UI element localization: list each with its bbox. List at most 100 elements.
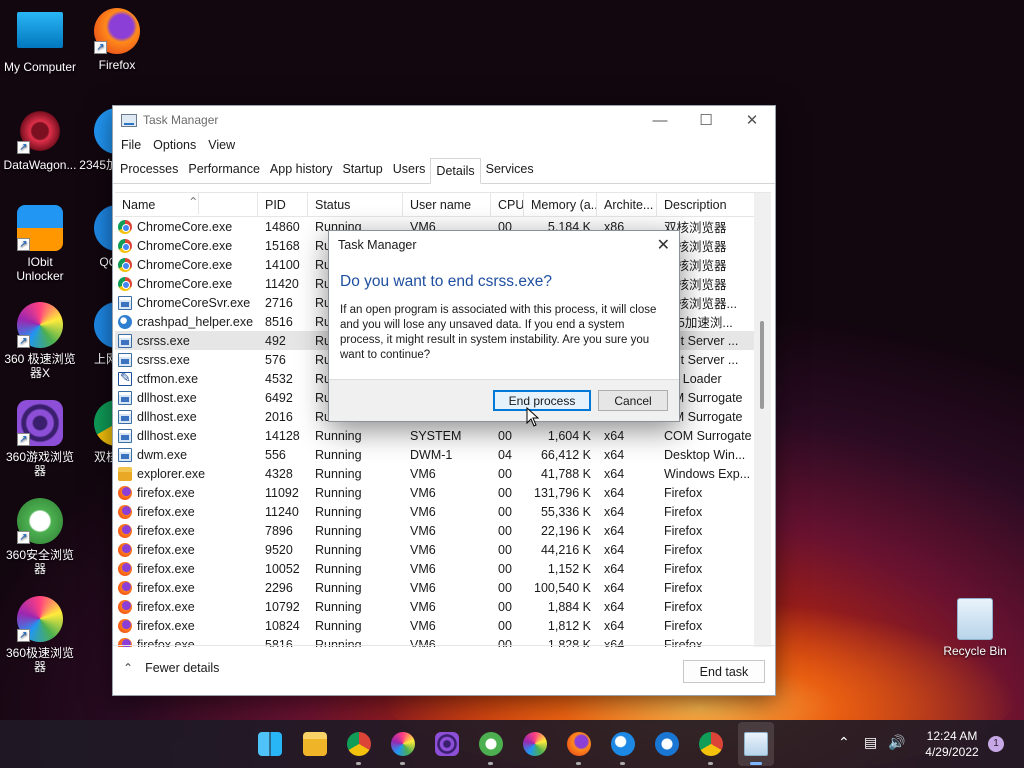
column-header-user[interactable]: User name (403, 193, 491, 216)
datawagon-icon: ↗ (17, 108, 63, 154)
column-header-pid[interactable]: PID (258, 193, 308, 216)
table-row[interactable]: explorer.exe 4328 Running VM6 00 41,788 K x64 W… (115, 464, 771, 483)
ie-browser-icon[interactable] (611, 732, 635, 756)
menu-options[interactable]: Options (147, 138, 202, 152)
process-cpu: 00 (498, 466, 512, 481)
running-indicator (488, 762, 493, 765)
column-header-architecture[interactable]: Archite... (597, 193, 657, 216)
process-cpu: 00 (498, 523, 512, 538)
table-row[interactable]: firefox.exe 10792 Running VM6 00 1,884 K x64 Fi… (115, 597, 771, 616)
table-row[interactable]: firefox.exe 9520 Running VM6 00 44,216 K x64 Fi… (115, 540, 771, 559)
speaker-icon[interactable]: 🔊 (888, 734, 905, 751)
process-pid: 2296 (265, 580, 293, 595)
process-description: COM Surrogate (664, 428, 752, 443)
desktop-icon-360-game[interactable]: ↗ 360游戏浏览 器 (0, 400, 80, 478)
shortcut-arrow-icon: ↗ (17, 629, 30, 642)
process-memory: 1,152 K (547, 561, 591, 576)
process-name-label: dllhost.exe (137, 390, 197, 405)
desktop-icon-360-speed-x[interactable]: ↗ 360 极速浏览 器X (0, 302, 80, 380)
tab-app-history[interactable]: App history (265, 157, 338, 183)
firefox-icon (118, 618, 132, 633)
process-name: dwm.exe (115, 447, 258, 462)
process-pid: 6492 (265, 390, 293, 405)
end-process-button[interactable]: End process (493, 390, 591, 411)
column-header-memory[interactable]: Memory (a... (524, 193, 597, 216)
process-name: firefox.exe (115, 561, 258, 576)
clock-date: 4/29/2022 (925, 745, 979, 759)
shuanghe-browser-icon[interactable] (699, 732, 723, 756)
dialog-close-button[interactable]: ✕ (657, 235, 670, 255)
running-indicator (356, 762, 361, 765)
process-name-label: csrss.exe (137, 333, 190, 348)
table-row[interactable]: dwm.exe 556 Running DWM-1 04 66,412 K x64 Deskt… (115, 445, 771, 464)
firefox-icon[interactable] (567, 732, 591, 756)
end-task-button[interactable]: End task (683, 660, 765, 683)
process-status: Running (315, 580, 362, 595)
maximize-button[interactable]: ☐ (683, 106, 729, 134)
cancel-button[interactable]: Cancel (598, 390, 668, 411)
menu-file[interactable]: File (115, 138, 147, 152)
process-pid: 15168 (265, 238, 300, 253)
desktop-icon-360-speed[interactable]: ↗ 360极速浏览 器 (0, 596, 80, 674)
file-explorer-icon[interactable] (303, 732, 327, 756)
table-row[interactable]: firefox.exe 2296 Running VM6 00 100,540 K x64 F… (115, 578, 771, 597)
browser-2345-icon[interactable] (655, 732, 679, 756)
desktop-icon-label: DataWagon... (3, 158, 77, 172)
process-name: ChromeCoreSvr.exe (115, 295, 258, 310)
tab-performance[interactable]: Performance (183, 157, 265, 183)
clock[interactable]: 12:24 AM 4/29/2022 (912, 728, 992, 760)
process-pid: 4532 (265, 371, 293, 386)
desktop-icon-recycle-bin[interactable]: Recycle Bin (935, 598, 1015, 658)
dialog-question: Do you want to end csrss.exe? (340, 273, 552, 290)
browser-360-speed-icon[interactable] (391, 732, 415, 756)
chrome-icon[interactable] (347, 732, 371, 756)
table-row[interactable]: firefox.exe 7896 Running VM6 00 22,196 K x64 Fi… (115, 521, 771, 540)
tab-users[interactable]: Users (388, 157, 431, 183)
process-memory: 1,812 K (547, 618, 591, 633)
process-name-label: firefox.exe (137, 599, 195, 614)
desktop-icon-my-computer[interactable]: My Computer (0, 8, 80, 74)
desktop-icon-label: 360安全浏览 器 (5, 548, 75, 576)
minimize-button[interactable]: — (637, 106, 683, 134)
windows-start-icon[interactable] (258, 732, 282, 756)
desktop-icon-iobit-unlocker[interactable]: ↗ IObit Unlocker (0, 205, 80, 283)
running-indicator (708, 762, 713, 765)
close-button[interactable]: ✕ (729, 106, 775, 134)
menu-view[interactable]: View (202, 138, 241, 152)
browser-360-safe-icon[interactable] (479, 732, 503, 756)
shortcut-arrow-icon: ↗ (17, 433, 30, 446)
process-user: VM6 (410, 599, 436, 614)
process-status: Running (315, 504, 362, 519)
desktop-icon-datawagon[interactable]: ↗ DataWagon... (0, 108, 80, 172)
tab-startup[interactable]: Startup (337, 157, 387, 183)
column-header-status[interactable]: Status (308, 193, 403, 216)
table-row[interactable]: firefox.exe 11240 Running VM6 00 55,336 K x64 F… (115, 502, 771, 521)
chevron-up-icon: ⌃ (123, 661, 134, 675)
column-header-cpu[interactable]: CPU (491, 193, 524, 216)
fewer-details-button[interactable]: ⌃ Fewer details (123, 661, 219, 675)
notification-badge[interactable]: 1 (988, 736, 1004, 752)
firefox-icon (118, 485, 132, 500)
process-user: VM6 (410, 618, 436, 633)
process-user: VM6 (410, 561, 436, 576)
table-row[interactable]: firefox.exe 10052 Running VM6 00 1,152 K x64 Fi… (115, 559, 771, 578)
network-icon[interactable]: ▤ (864, 734, 877, 751)
vertical-scrollbar[interactable] (754, 193, 771, 647)
browser-360-speed-x-icon[interactable] (523, 732, 547, 756)
process-memory: 131,796 K (534, 485, 591, 500)
table-row[interactable]: firefox.exe 11092 Running VM6 00 131,796 K x64… (115, 483, 771, 502)
chevron-up-icon[interactable]: ⌃ (838, 734, 850, 751)
table-row[interactable]: dllhost.exe 14128 Running SYSTEM 00 1,604 K x6… (115, 426, 771, 445)
process-name: ChromeCore.exe (115, 219, 258, 234)
process-name-label: csrss.exe (137, 352, 190, 367)
column-header-description[interactable]: Description (657, 193, 753, 216)
desktop-icon-firefox[interactable]: ↗ Firefox (77, 8, 157, 72)
process-user: VM6 (410, 542, 436, 557)
tab-processes[interactable]: Processes (115, 157, 183, 183)
tab-services[interactable]: Services (481, 157, 539, 183)
browser-360-game-icon[interactable] (435, 732, 459, 756)
desktop-icon-360-safe[interactable]: ↗ 360安全浏览 器 (0, 498, 80, 576)
tab-details[interactable]: Details (430, 158, 481, 184)
scrollbar-thumb[interactable] (760, 321, 764, 409)
table-row[interactable]: firefox.exe 10824 Running VM6 00 1,812 K x64 Fi… (115, 616, 771, 635)
